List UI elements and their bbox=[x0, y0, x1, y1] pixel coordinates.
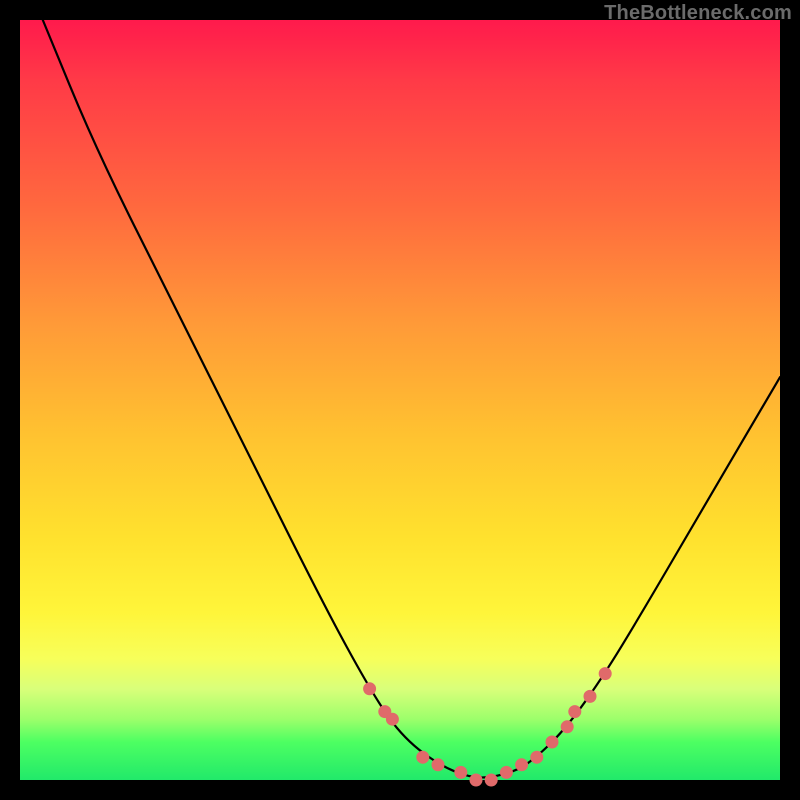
highlighted-dot bbox=[364, 683, 376, 695]
chart-frame: TheBottleneck.com bbox=[0, 0, 800, 800]
highlighted-dot bbox=[386, 713, 398, 725]
highlighted-dot bbox=[516, 759, 528, 771]
highlighted-dots-group bbox=[364, 668, 612, 786]
highlighted-dot bbox=[432, 759, 444, 771]
highlighted-dot bbox=[569, 706, 581, 718]
chart-svg bbox=[20, 20, 780, 780]
highlighted-dot bbox=[455, 766, 467, 778]
highlighted-dot bbox=[500, 766, 512, 778]
highlighted-dot bbox=[470, 774, 482, 786]
highlighted-dot bbox=[417, 751, 429, 763]
highlighted-dot bbox=[546, 736, 558, 748]
highlighted-dot bbox=[485, 774, 497, 786]
highlighted-dot bbox=[584, 690, 596, 702]
highlighted-dot bbox=[561, 721, 573, 733]
highlighted-dot bbox=[599, 668, 611, 680]
bottleneck-curve-line bbox=[43, 20, 780, 777]
highlighted-dot bbox=[531, 751, 543, 763]
